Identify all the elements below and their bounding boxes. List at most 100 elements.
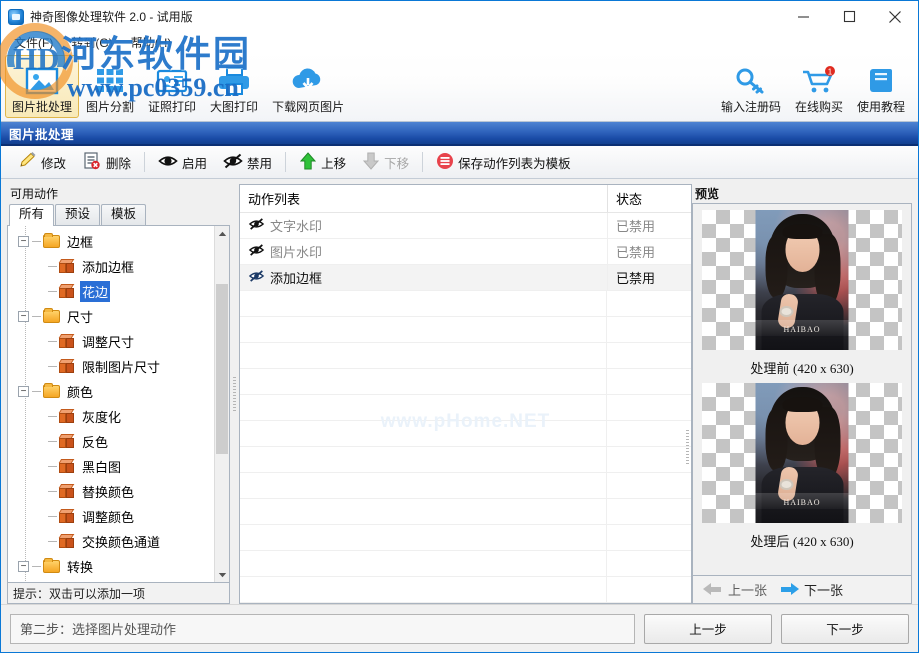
tree-item-grayscale[interactable]: 灰度化 [8,404,214,429]
tree-label: 黑白图 [82,460,122,475]
ribbon-item-tutorial[interactable]: 使用教程 [850,55,912,118]
tree-line [48,416,57,417]
tree-item-invert[interactable]: 反色 [8,429,214,454]
caption-size: (420 x 630) [792,361,854,376]
tab-templates[interactable]: 模板 [101,204,147,225]
maximize-icon[interactable] [826,1,872,32]
id-card-icon [155,60,189,96]
tree-item-add-border[interactable]: 添加边框 [8,254,214,279]
table-row[interactable]: 添加边框 已禁用 [240,265,691,291]
actions-tree[interactable]: − 边框 添加边框 花边 − 尺寸 调整尺寸 限制图片尺寸 − 颜色 灰度化 反… [7,225,230,583]
action-box-icon [58,509,75,524]
collapse-icon[interactable]: − [18,236,29,247]
preview-navigation: 上一张 下一张 [692,576,912,604]
ribbon-toolbar: 图片批处理 图片分割 证照打印 大图打印 下载网页图片 输入注册码 1 在线购买… [1,52,918,122]
collapse-icon[interactable]: − [18,386,29,397]
close-icon[interactable] [872,1,918,32]
ribbon-item-large-print[interactable]: 大图打印 [203,55,265,118]
ribbon-item-batch-process[interactable]: 图片批处理 [5,55,80,118]
tree-item-adjust-color[interactable]: 调整颜色 [8,504,214,529]
action-list-panel: 动作列表 状态 文字水印 已禁用 图片水印 已禁用 添加边框 已禁用 www.p… [239,184,692,604]
prev-image-button[interactable]: 上一张 [703,580,767,599]
toolbar-separator [144,152,146,172]
menu-goto[interactable]: 转到(G) [64,32,123,53]
list-watermark: www.pHome.NET [380,411,551,432]
next-step-button[interactable]: 下一步 [781,613,909,644]
action-box-icon [58,434,75,449]
tree-label: 交换颜色通道 [82,535,161,550]
list-empty-area[interactable]: www.pHome.NET [240,291,691,603]
scroll-thumb[interactable] [216,284,228,454]
tree-label: 颜色 [67,385,94,400]
section-header: 图片批处理 [1,122,918,146]
left-splitter[interactable] [230,184,239,604]
tree-item-lace[interactable]: 花边 [8,279,214,304]
modify-button[interactable]: 修改 [9,149,74,176]
minimize-icon[interactable] [780,1,826,32]
tab-presets[interactable]: 预设 [55,204,101,225]
tree-item-limit-size[interactable]: 限制图片尺寸 [8,354,214,379]
ribbon-item-image-split[interactable]: 图片分割 [79,55,141,118]
table-row[interactable]: 图片水印 已禁用 [240,239,691,265]
tree-folder-border[interactable]: − 边框 [8,229,214,254]
save-template-button[interactable]: 保存动作列表为模板 [428,149,579,176]
tree-item-resize[interactable]: 调整尺寸 [8,329,214,354]
disabled-icon [248,243,265,260]
column-header-status[interactable]: 状态 [607,185,691,212]
ribbon-item-id-photo-print[interactable]: 证照打印 [141,55,203,118]
tree-line [32,566,41,567]
disable-button[interactable]: 禁用 [215,149,280,176]
action-toolbar: 修改 删除 启用 禁用 上移 下移 保存动作列表为模板 [1,146,918,179]
enable-button[interactable]: 启用 [150,149,215,176]
tree-item-black-white[interactable]: 黑白图 [8,454,214,479]
action-box-icon [58,334,75,349]
disabled-icon [248,269,265,286]
tab-all[interactable]: 所有 [9,204,55,226]
menu-bar: 文件(F) 转到(G) 帮助(H) [1,32,918,52]
move-down-button[interactable]: 下移 [354,149,417,176]
collapse-icon[interactable]: − [18,561,29,572]
next-image-button[interactable]: 下一张 [779,580,843,599]
tree-scrollbar[interactable] [214,226,229,582]
tree-line [48,266,57,267]
tree-folder-size[interactable]: − 尺寸 [8,304,214,329]
next-image-label: 下一张 [804,583,844,598]
scroll-up-icon[interactable] [215,226,229,241]
tree-folder-convert[interactable]: − 转换 [8,554,214,579]
tree-item-swap-channels[interactable]: 交换颜色通道 [8,529,214,554]
previous-step-button[interactable]: 上一步 [644,613,772,644]
preview-before-image: HAIBAO [702,210,902,350]
move-up-button[interactable]: 上移 [291,149,354,176]
action-list[interactable]: 动作列表 状态 文字水印 已禁用 图片水印 已禁用 添加边框 已禁用 www.p… [239,184,692,604]
delete-button[interactable]: 删除 [74,149,139,176]
prev-image-label: 上一张 [728,583,768,598]
ribbon-right-group: 输入注册码 1 在线购买 使用教程 [714,52,912,118]
ribbon-item-buy-online[interactable]: 1 在线购买 [788,55,850,118]
toolbar-label: 上移 [321,156,347,171]
table-row[interactable]: 文字水印 已禁用 [240,213,691,239]
tree-item-replace-color[interactable]: 替换颜色 [8,479,214,504]
tree-label: 反色 [82,435,109,450]
collapse-icon[interactable]: − [18,311,29,322]
splitter-grip [233,377,236,411]
arrow-up-icon [299,151,317,173]
section-title: 图片批处理 [9,127,75,142]
available-actions-panel: 可用动作 所有 预设 模板 − 边框 添加边框 花边 − 尺寸 调整尺寸 限制图… [7,184,230,604]
menu-help[interactable]: 帮助(H) [124,32,183,53]
caption-label: 处理前 [750,361,790,376]
preview-before-caption: 处理前 (420 x 630) [750,358,853,377]
ribbon-item-enter-license[interactable]: 输入注册码 [714,55,788,118]
column-header-name[interactable]: 动作列表 [240,185,607,212]
menu-file[interactable]: 文件(F) [7,32,64,53]
toolbar-separator [422,152,424,172]
list-header: 动作列表 状态 [240,185,691,213]
scroll-down-icon[interactable] [215,567,229,582]
tree-line [32,316,41,317]
tree-label: 替换颜色 [82,485,135,500]
shopping-cart-icon: 1 [801,60,837,96]
list-splitter-grip[interactable] [686,430,689,464]
save-template-icon [436,152,454,173]
tree-folder-color[interactable]: − 颜色 [8,379,214,404]
ribbon-item-download-web-images[interactable]: 下载网页图片 [265,55,351,118]
tree-line [32,391,41,392]
